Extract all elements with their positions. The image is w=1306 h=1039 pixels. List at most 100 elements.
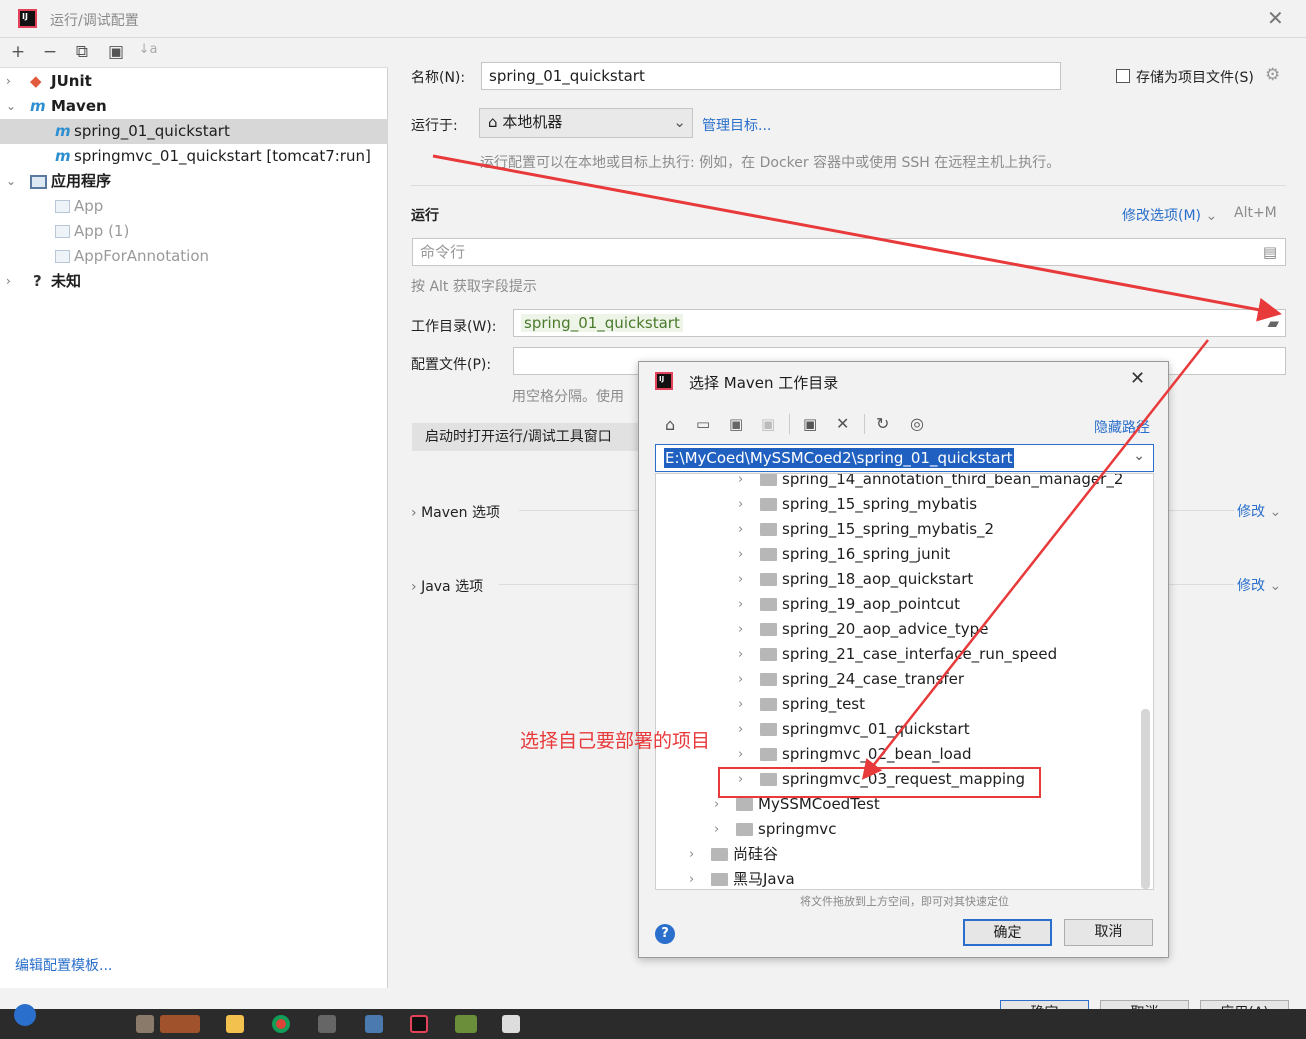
modify-options-link[interactable]: 修改选项(M) ⌄ [1122,205,1217,225]
image-viewer-icon[interactable] [365,1015,383,1033]
name-label: 名称(N): [411,70,466,86]
app-icon [55,250,70,263]
application-icon [30,175,47,189]
close-icon[interactable]: ✕ [1267,6,1284,30]
folder-icon [760,648,777,661]
close-icon[interactable]: ✕ [1130,368,1145,389]
config-toolbar: + − ⧉ ▣ ↓a [0,38,388,68]
manage-targets-link[interactable]: 管理目标... [702,115,771,135]
folder-icon [711,848,728,861]
gear-icon[interactable]: ⚙ [1265,65,1280,85]
folder-icon [760,748,777,761]
settings-icon[interactable] [318,1015,336,1033]
folder-icon [711,873,728,886]
tree-item-app[interactable]: App [0,194,388,219]
new-folder-icon[interactable]: ▣ [803,415,817,433]
folder-icon [760,623,777,636]
copy-config-icon[interactable]: ⧉ [72,42,92,62]
question-icon: ? [33,272,42,290]
config-tree: › ◆ JUnit ⌄ m Maven m spring_01_quicksta… [0,68,388,988]
profiles-label: 配置文件(P): [411,357,492,373]
file-explorer-icon[interactable] [226,1015,244,1033]
profiles-hint: 用空格分隔。使用 [512,389,624,405]
folder-icon [760,673,777,686]
alt-hint: 按 Alt 获取字段提示 [411,279,537,295]
divider [411,185,1286,186]
desktop-icon[interactable]: ▭ [696,415,710,433]
add-config-icon[interactable]: + [8,42,28,62]
delete-icon[interactable]: ✕ [836,414,849,433]
tree-item-maven[interactable]: ⌄ m Maven [0,94,388,119]
name-input[interactable]: spring_01_quickstart [481,62,1061,90]
help-icon[interactable]: ? [655,924,675,944]
chevron-down-icon[interactable]: ⌄ [6,169,16,194]
select-maven-workdir-dialog: IJ 选择 Maven 工作目录 ✕ ⌂ ▭ ▣ ▣ ▣ ✕ ↻ ◎ 隐藏路径 … [638,361,1169,958]
expand-icon[interactable]: ▤ [1263,239,1277,265]
chevron-down-icon: ⌄ [673,113,686,131]
home-icon: ⌂ [488,113,498,131]
new-folder-icon[interactable]: ▣ [106,42,126,62]
landscape-app-icon[interactable] [455,1015,477,1033]
command-line-input[interactable]: 命令行 ▤ [412,238,1286,266]
divider [864,414,865,434]
folder-tree: › spring_14_annotation_third_bean_manager… [655,473,1154,890]
edit-templates-link[interactable]: 编辑配置模板... [15,955,112,975]
hide-path-link[interactable]: 隐藏路径 [1094,417,1150,437]
maven-icon: m [30,97,46,115]
run-section-title: 运行 [411,208,439,224]
project-folder-icon[interactable]: ▣ [729,415,743,433]
tree-item-application[interactable]: ⌄ 应用程序 [0,169,388,194]
tree-item-appforannotation[interactable]: AppForAnnotation [0,244,388,269]
maven-icon: m [55,147,71,165]
chevron-right-icon[interactable]: › [6,269,11,294]
folder-icon [760,573,777,586]
divider [789,414,790,434]
refresh-icon[interactable]: ↻ [876,414,889,433]
maven-options-section[interactable]: › Maven 选项 [411,502,500,522]
chrome-icon[interactable] [272,1015,290,1033]
workdir-input[interactable]: spring_01_quickstart ▰ [513,309,1286,337]
store-as-project-file-label: 存储为项目文件(S) [1136,70,1254,86]
show-hidden-icon[interactable]: ◎ [910,414,924,433]
maven-icon: m [55,122,71,140]
tree-item-spring-01-quickstart[interactable]: m spring_01_quickstart [0,119,388,144]
junit-icon: ◆ [30,72,42,90]
folder-open-icon[interactable]: ▰ [1267,310,1279,336]
window-title: 运行/调试配置 [50,13,139,29]
intellij-icon[interactable] [410,1015,428,1033]
java-modify-link[interactable]: 修改 ⌄ [1237,575,1281,595]
maven-modify-link[interactable]: 修改 ⌄ [1237,501,1281,521]
scrollbar[interactable] [1141,709,1150,889]
folder-icon [760,723,777,736]
piano-app-icon[interactable] [160,1015,200,1033]
tree-item-unknown[interactable]: › ? 未知 [0,269,388,294]
chevron-down-icon[interactable]: ⌄ [6,94,16,119]
tree-item-junit[interactable]: › ◆ JUnit [0,69,388,94]
workdir-label: 工作目录(W): [411,319,497,335]
java-options-section[interactable]: › Java 选项 [411,576,483,596]
tree-item-app-1[interactable]: App (1) [0,219,388,244]
typora-icon[interactable] [502,1015,520,1033]
store-as-project-file-checkbox[interactable] [1116,69,1130,83]
tree-item-springmvc-01-quickstart[interactable]: m springmvc_01_quickstart [tomcat7:run] [0,144,388,169]
path-combobox[interactable]: E:\MyCoed\MySSMCoed2\spring_01_quickstar… [655,444,1154,472]
home-icon[interactable]: ⌂ [665,415,675,434]
cancel-button[interactable]: 取消 [1064,919,1153,946]
help-icon[interactable] [14,1004,36,1026]
taskbar [0,1004,1306,1039]
chevron-down-icon[interactable]: ⌄ [1133,448,1145,464]
music-app-icon[interactable] [136,1015,154,1033]
module-folder-icon[interactable]: ▣ [761,415,775,433]
intellij-logo-icon: IJ [655,372,673,390]
run-on-select[interactable]: ⌂ 本地机器 ⌄ [479,108,693,138]
ok-button[interactable]: 确定 [963,919,1052,946]
chevron-right-icon[interactable]: › [6,69,11,94]
sort-icon[interactable]: ↓a [138,42,158,57]
open-tool-window-chip[interactable]: 启动时打开运行/调试工具窗口 [412,423,642,451]
run-on-label: 运行于: [411,118,458,134]
app-icon [55,225,70,238]
dialog-title: 选择 Maven 工作目录 [689,374,839,392]
folder-icon [760,773,777,786]
remove-config-icon[interactable]: − [40,42,60,62]
modify-options-shortcut: Alt+M [1234,205,1277,221]
